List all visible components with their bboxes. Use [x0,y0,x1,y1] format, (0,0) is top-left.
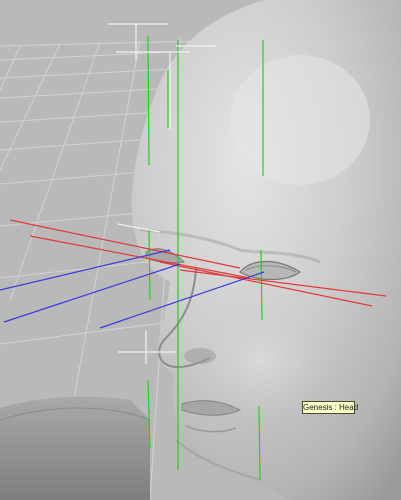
3d-viewport[interactable]: Genesis : Head [0,0,401,500]
viewport-scene [0,0,401,500]
head-figure [131,0,401,500]
node-tooltip: Genesis : Head [302,401,359,414]
torso-shape [0,396,150,500]
